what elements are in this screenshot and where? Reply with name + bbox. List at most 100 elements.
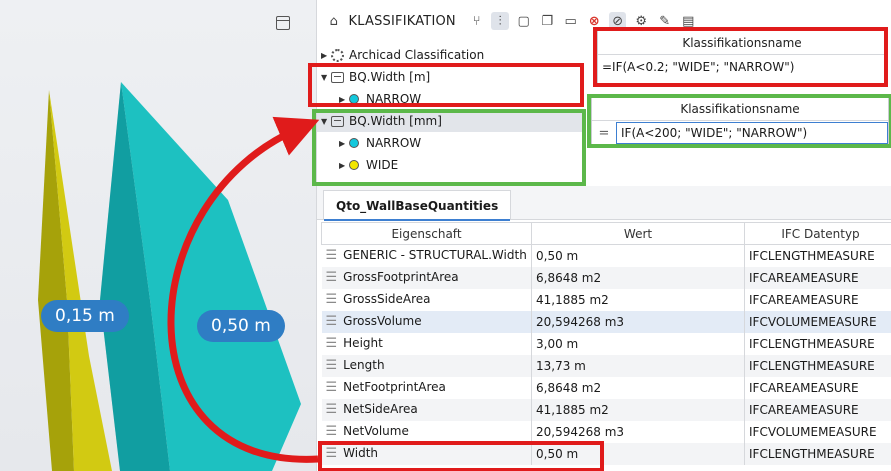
property-ifc-type: IFCAREAMEASURE xyxy=(744,398,891,421)
gear-icon[interactable]: ⚙ xyxy=(632,12,650,30)
property-name: NetFootprintArea xyxy=(343,380,446,394)
panel-title: KLASSIFIKATION xyxy=(348,13,456,29)
expand-caret-icon[interactable]: ▶ xyxy=(339,139,349,148)
expand-caret-icon[interactable]: ▶ xyxy=(339,161,349,170)
property-name-cell: ☰ NetSideArea xyxy=(321,398,532,421)
table-row[interactable]: ☰ GrossVolume 20,594268 m3 IFCVOLUMEMEASU… xyxy=(321,310,891,333)
property-name: Width xyxy=(343,446,379,460)
tree-view-icon[interactable]: ⫶ xyxy=(491,12,509,30)
table-row[interactable]: ☰ Length 13,73 m IFCLENGTHMEASURE xyxy=(321,354,891,377)
property-value[interactable]: 6,8648 m2 xyxy=(531,266,745,289)
expand-caret-icon[interactable]: ▶ xyxy=(339,95,349,104)
property-tabs: Qto_WallBaseQuantities xyxy=(317,186,891,221)
drag-handle-icon[interactable]: ☰ xyxy=(326,446,338,461)
property-ifc-type: IFCVOLUMEMEASURE xyxy=(744,420,891,443)
formula-box-mm: Klassifikationsname = IF(A<200; "WIDE"; … xyxy=(591,96,889,146)
clipboard-icon[interactable]: ▤ xyxy=(679,12,697,30)
collapse-caret-icon[interactable]: ▼ xyxy=(321,73,331,82)
property-table: Eigenschaft Wert IFC Datentyp ☰ GENERIC -… xyxy=(321,222,891,465)
drag-handle-icon[interactable]: ☰ xyxy=(326,336,338,351)
expand-caret-icon[interactable]: ▶ xyxy=(321,51,331,60)
tree-item-label: NARROW xyxy=(366,92,422,106)
drag-handle-icon[interactable]: ☰ xyxy=(326,380,338,395)
tree-item-archicad-classification[interactable]: ▶ Archicad Classification xyxy=(317,44,585,66)
property-name-cell: ☰ GrossSideArea xyxy=(321,288,532,311)
property-value[interactable]: 20,594268 m3 xyxy=(531,420,745,443)
table-row[interactable]: ☰ NetVolume 20,594268 m3 IFCVOLUMEMEASURE xyxy=(321,420,891,443)
property-ifc-type: IFCLENGTHMEASURE xyxy=(744,332,891,355)
property-value[interactable]: 0,50 m xyxy=(531,244,745,267)
folder-icon[interactable]: ▭ xyxy=(562,12,580,30)
property-value[interactable]: 41,1885 m2 xyxy=(531,288,745,311)
close-circle-icon[interactable]: ⊗ xyxy=(585,12,603,30)
property-ifc-type: IFCAREAMEASURE xyxy=(744,266,891,289)
hierarchy-icon[interactable]: ⑂ xyxy=(468,12,486,30)
formula-handle-icon[interactable]: = xyxy=(592,126,616,141)
column-header-value[interactable]: Wert xyxy=(531,222,745,245)
property-ifc-type: IFCLENGTHMEASURE xyxy=(744,354,891,377)
property-name-cell: ☰ NetVolume xyxy=(321,420,532,443)
dimension-label-050: 0,50 m xyxy=(197,310,285,342)
property-name: GrossFootprintArea xyxy=(343,270,459,284)
property-name: GrossVolume xyxy=(343,314,422,328)
drag-handle-icon[interactable]: ☰ xyxy=(326,314,338,329)
property-name: NetSideArea xyxy=(343,402,418,416)
property-name-cell: ☰ Height xyxy=(321,332,532,355)
property-value[interactable]: 6,8648 m2 xyxy=(531,376,745,399)
table-row[interactable]: ☰ Width 0,50 m IFCLENGTHMEASURE xyxy=(321,442,891,465)
formula-input-mm[interactable]: IF(A<200; "WIDE"; "NARROW") xyxy=(616,122,888,144)
visibility-off-icon[interactable]: ⊘ xyxy=(608,12,627,30)
drag-handle-icon[interactable]: ☰ xyxy=(326,402,338,417)
classification-panel: ⌂ KLASSIFIKATION ⑂ ⫶ ▢ ❐ ▭ ⊗ ⊘ ⚙ ✎ ▤ ▶ A… xyxy=(316,0,891,471)
drag-handle-icon[interactable]: ☰ xyxy=(326,270,338,285)
property-value[interactable]: 3,00 m xyxy=(531,332,745,355)
tree-item-label: Archicad Classification xyxy=(349,48,485,62)
classification-system-icon xyxy=(331,48,344,62)
table-row[interactable]: ☰ GrossFootprintArea 6,8648 m2 IFCAREAMEA… xyxy=(321,266,891,289)
property-value[interactable]: 20,594268 m3 xyxy=(531,310,745,333)
new-document-icon[interactable]: ▢ xyxy=(515,12,533,30)
3d-viewport[interactable]: 0,15 m 0,50 m xyxy=(0,0,316,471)
formula-value-m[interactable]: =IF(A<0.2; "WIDE"; "NARROW") xyxy=(598,55,886,79)
tab-qto-wallbasequantities[interactable]: Qto_WallBaseQuantities xyxy=(323,190,512,221)
tree-item-narrow-mm[interactable]: ▶ NARROW xyxy=(317,132,585,154)
property-name: NetVolume xyxy=(343,424,409,438)
property-ifc-type: IFCAREAMEASURE xyxy=(744,376,891,399)
table-row[interactable]: ☰ NetSideArea 41,1885 m2 IFCAREAMEASURE xyxy=(321,398,891,421)
table-row[interactable]: ☰ NetFootprintArea 6,8648 m2 IFCAREAMEASU… xyxy=(321,376,891,399)
tree-item-wide-mm[interactable]: ▶ WIDE xyxy=(317,154,585,176)
property-name: GrossSideArea xyxy=(343,292,431,306)
property-value[interactable]: 41,1885 m2 xyxy=(531,398,745,421)
column-header-property[interactable]: Eigenschaft xyxy=(321,222,532,245)
drag-handle-icon[interactable]: ☰ xyxy=(326,292,338,307)
drag-handle-icon[interactable]: ☰ xyxy=(326,358,338,373)
property-value[interactable]: 13,73 m xyxy=(531,354,745,377)
table-row[interactable]: ☰ GENERIC - STRUCTURAL.Width 0,50 m IFCLE… xyxy=(321,244,891,267)
tree-item-bq-width-mm[interactable]: ▼ BQ.Width [mm] xyxy=(317,110,585,132)
property-name: GENERIC - STRUCTURAL.Width xyxy=(343,248,527,263)
copy-icon[interactable]: ❐ xyxy=(538,12,556,30)
table-row[interactable]: ☰ GrossSideArea 41,1885 m2 IFCAREAMEASURE xyxy=(321,288,891,311)
tree-item-label: NARROW xyxy=(366,136,422,150)
wall-shapes xyxy=(38,82,301,471)
classification-node-icon xyxy=(331,71,344,83)
viewport-layout-icon[interactable] xyxy=(276,16,290,30)
tag-icon: ⌂ xyxy=(329,13,338,29)
property-name: Height xyxy=(343,336,383,350)
formula-header: Klassifikationsname xyxy=(598,31,886,55)
collapse-caret-icon[interactable]: ▼ xyxy=(321,117,331,126)
yellow-dot-icon xyxy=(349,160,359,170)
classification-node-icon xyxy=(331,115,344,127)
tree-item-label: BQ.Width [m] xyxy=(349,70,431,84)
property-name-cell: ☰ GrossFootprintArea xyxy=(321,266,532,289)
tree-item-narrow-m[interactable]: ▶ NARROW xyxy=(317,88,585,110)
drag-handle-icon[interactable]: ☰ xyxy=(326,248,338,263)
formula-box-m: Klassifikationsname =IF(A<0.2; "WIDE"; "… xyxy=(597,30,887,86)
dimension-label-015: 0,15 m xyxy=(41,300,129,332)
pencil-icon[interactable]: ✎ xyxy=(656,12,674,30)
property-value[interactable]: 0,50 m xyxy=(531,442,745,465)
table-row[interactable]: ☰ Height 3,00 m IFCLENGTHMEASURE xyxy=(321,332,891,355)
column-header-ifc-type[interactable]: IFC Datentyp xyxy=(744,222,891,245)
drag-handle-icon[interactable]: ☰ xyxy=(326,424,338,439)
tree-item-bq-width-m[interactable]: ▼ BQ.Width [m] xyxy=(317,66,585,88)
